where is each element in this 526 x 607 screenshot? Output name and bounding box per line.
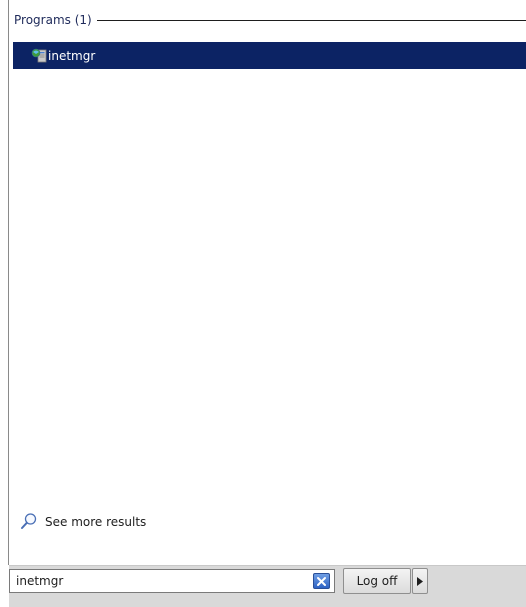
clear-x-icon — [317, 576, 326, 586]
see-more-results-link[interactable]: See more results — [20, 512, 146, 532]
result-item-inetmgr[interactable]: inetmgr — [13, 42, 526, 69]
results-group-header: Programs (1) — [14, 11, 526, 29]
log-off-button[interactable]: Log off — [343, 568, 411, 594]
result-label: inetmgr — [48, 48, 96, 63]
search-results-pane: Programs (1) inetmgr See more results — [9, 0, 526, 565]
shutdown-options-button[interactable] — [412, 568, 428, 594]
clear-search-button[interactable] — [313, 573, 330, 589]
see-more-label: See more results — [45, 515, 147, 529]
search-box — [9, 569, 335, 593]
group-title: Programs (1) — [14, 13, 92, 27]
start-menu-bottom-bar: Log off — [9, 565, 526, 607]
search-input[interactable] — [10, 571, 306, 591]
start-menu: Programs (1) inetmgr See more results in… — [0, 0, 526, 607]
triangle-right-icon — [417, 576, 423, 586]
group-divider — [96, 19, 526, 21]
iis-manager-icon — [31, 48, 47, 64]
search-icon — [20, 512, 38, 533]
